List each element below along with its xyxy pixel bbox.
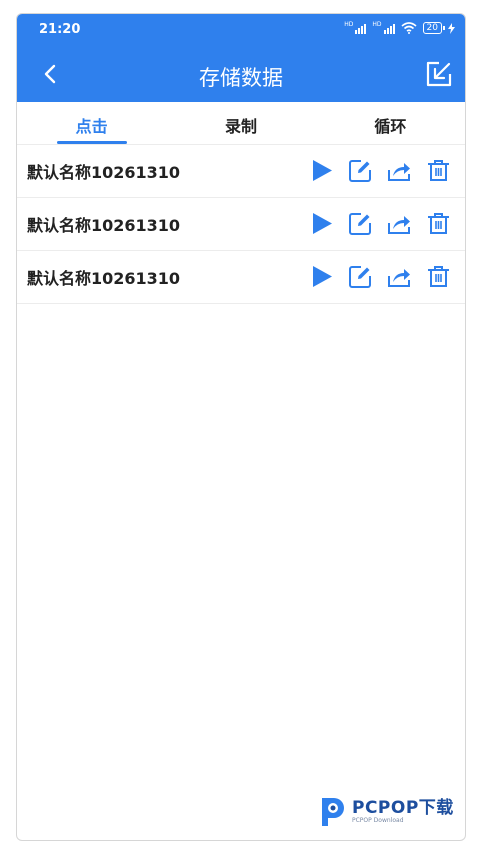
battery-icon: 20 <box>422 22 446 34</box>
share-icon[interactable] <box>387 158 412 183</box>
record-name: 默认名称10261310 <box>27 163 181 182</box>
tab-record[interactable]: 录制 <box>166 102 315 144</box>
record-name: 默认名称10261310 <box>27 216 181 235</box>
tab-click[interactable]: 点击 <box>17 102 166 144</box>
app-screen: 21:20 HD HD 20 存储数据 点击 录制 循环 默认名称1026131… <box>16 13 466 841</box>
play-icon[interactable] <box>309 158 334 183</box>
edit-icon[interactable] <box>348 264 373 289</box>
tab-loop[interactable]: 循环 <box>316 102 465 144</box>
app-header: 存储数据 <box>17 46 465 102</box>
signal-icon-2: HD <box>372 21 395 34</box>
charging-icon <box>448 22 455 34</box>
wifi-icon <box>401 22 417 34</box>
share-icon[interactable] <box>387 264 412 289</box>
status-bar: 21:20 HD HD 20 <box>17 14 465 46</box>
delete-icon[interactable] <box>426 264 451 289</box>
record-list: 默认名称10261310 默认名称10261310 默认名称10261310 <box>17 145 465 304</box>
edit-icon[interactable] <box>348 158 373 183</box>
list-item[interactable]: 默认名称10261310 <box>17 198 465 251</box>
pcpop-logo-icon <box>322 798 344 826</box>
share-icon[interactable] <box>387 211 412 236</box>
signal-icon: HD <box>344 21 367 34</box>
record-actions <box>309 158 451 183</box>
status-icons: HD HD 20 <box>344 22 455 34</box>
export-icon[interactable] <box>425 60 453 88</box>
delete-icon[interactable] <box>426 158 451 183</box>
list-item[interactable]: 默认名称10261310 <box>17 145 465 198</box>
page-title: 存储数据 <box>199 66 283 90</box>
delete-icon[interactable] <box>426 211 451 236</box>
list-item[interactable]: 默认名称10261310 <box>17 251 465 304</box>
status-time: 21:20 <box>39 22 81 37</box>
watermark-text: PCPOP下载 <box>352 797 454 818</box>
play-icon[interactable] <box>309 264 334 289</box>
play-icon[interactable] <box>309 211 334 236</box>
record-actions <box>309 211 451 236</box>
hd-label-2: HD <box>372 21 382 28</box>
record-actions <box>309 264 451 289</box>
tab-bar: 点击 录制 循环 <box>17 102 465 145</box>
watermark-subtext: PCPOP Download <box>352 816 404 824</box>
watermark-text-block: PCPOP下载 PCPOP Download <box>352 799 454 824</box>
hd-label: HD <box>344 21 354 28</box>
edit-icon[interactable] <box>348 211 373 236</box>
watermark: PCPOP下载 PCPOP Download <box>316 794 454 828</box>
record-name: 默认名称10261310 <box>27 269 181 288</box>
